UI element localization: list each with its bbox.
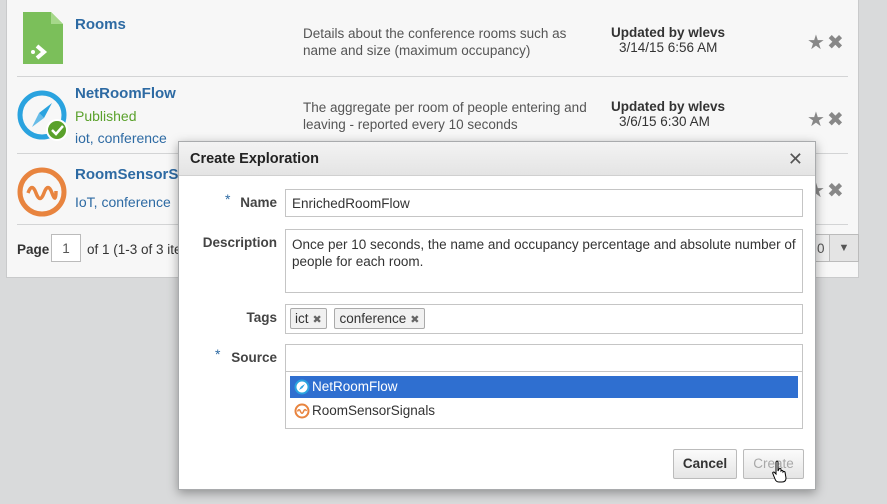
dialog-title: Create Exploration xyxy=(190,151,319,167)
name-label: Name xyxy=(240,195,277,210)
source-option[interactable]: RoomSensorSignals xyxy=(290,400,798,422)
remove-tag-icon[interactable]: ✖ xyxy=(313,314,322,326)
source-input[interactable] xyxy=(285,344,803,372)
chevron-down-icon[interactable]: ▼ xyxy=(829,235,858,261)
pager-range: of 1 (1-3 of 3 ite xyxy=(87,242,182,257)
tag-chip: ict ✖ xyxy=(290,308,327,329)
item-tags[interactable]: IoT, conference xyxy=(75,194,171,210)
item-title[interactable]: Rooms xyxy=(75,16,126,33)
page-size-select[interactable]: 0 ▼ xyxy=(813,234,859,262)
document-arrow-icon xyxy=(23,12,63,64)
tag-chip: conference ✖ xyxy=(334,308,425,329)
hand-cursor-icon xyxy=(772,460,787,483)
item-status: Published xyxy=(75,108,137,124)
page-size-value: 0 xyxy=(817,241,825,256)
name-input[interactable]: EnrichedRoomFlow xyxy=(285,189,803,217)
tag-label: conference xyxy=(339,311,407,326)
option-label: RoomSensorSignals xyxy=(312,403,436,418)
list-item[interactable]: Rooms Details about the conference rooms… xyxy=(17,0,848,77)
updated-at: 3/6/15 6:30 AM xyxy=(619,114,710,129)
close-icon[interactable]: ✖ xyxy=(827,180,846,202)
tags-input[interactable]: ict ✖ conference ✖ xyxy=(285,304,803,334)
updated-by: Updated by wlevs xyxy=(611,99,726,114)
page-input[interactable]: 1 xyxy=(51,234,81,262)
description-label: Description xyxy=(202,235,277,250)
source-label: Source xyxy=(231,350,277,365)
item-description: The aggregate per room of people enterin… xyxy=(303,100,587,132)
source-dropdown: NetRoomFlow RoomSensorSignals xyxy=(285,371,803,429)
close-icon[interactable]: ✖ xyxy=(827,32,846,54)
item-tags[interactable]: iot, conference xyxy=(75,130,167,146)
item-updated: Updated by wlevs 3/14/15 6:56 AM xyxy=(611,25,741,55)
option-label: NetRoomFlow xyxy=(312,379,398,394)
updated-by: Updated by wlevs xyxy=(611,25,726,40)
updated-at: 3/14/15 6:56 AM xyxy=(619,40,718,55)
item-description: Details about the conference rooms such … xyxy=(303,26,567,58)
star-icon[interactable]: ★ xyxy=(807,32,827,54)
source-option[interactable]: NetRoomFlow xyxy=(290,376,798,398)
compass-icon xyxy=(17,90,68,141)
item-actions: ★✖ xyxy=(807,30,846,55)
item-title[interactable]: RoomSensorS xyxy=(75,166,178,183)
cancel-button[interactable]: Cancel xyxy=(673,449,737,479)
close-icon[interactable]: ✕ xyxy=(788,149,803,170)
item-actions: ★✖ xyxy=(807,107,846,132)
signal-wave-icon xyxy=(294,403,310,419)
compass-icon xyxy=(294,379,310,395)
description-textarea[interactable]: Once per 10 seconds, the name and occupa… xyxy=(285,229,803,293)
item-title[interactable]: NetRoomFlow xyxy=(75,85,176,102)
star-icon[interactable]: ★ xyxy=(807,109,827,131)
tags-label: Tags xyxy=(246,310,277,325)
item-updated: Updated by wlevs 3/6/15 6:30 AM xyxy=(611,99,741,129)
remove-tag-icon[interactable]: ✖ xyxy=(410,314,419,326)
create-exploration-dialog: Create Exploration ✕ * Name EnrichedRoom… xyxy=(178,141,816,490)
dialog-header: Create Exploration ✕ xyxy=(179,142,815,176)
pager-label: Page xyxy=(17,242,50,257)
tag-label: ict xyxy=(295,311,309,326)
signal-wave-icon xyxy=(17,167,67,217)
close-icon[interactable]: ✖ xyxy=(827,109,846,131)
